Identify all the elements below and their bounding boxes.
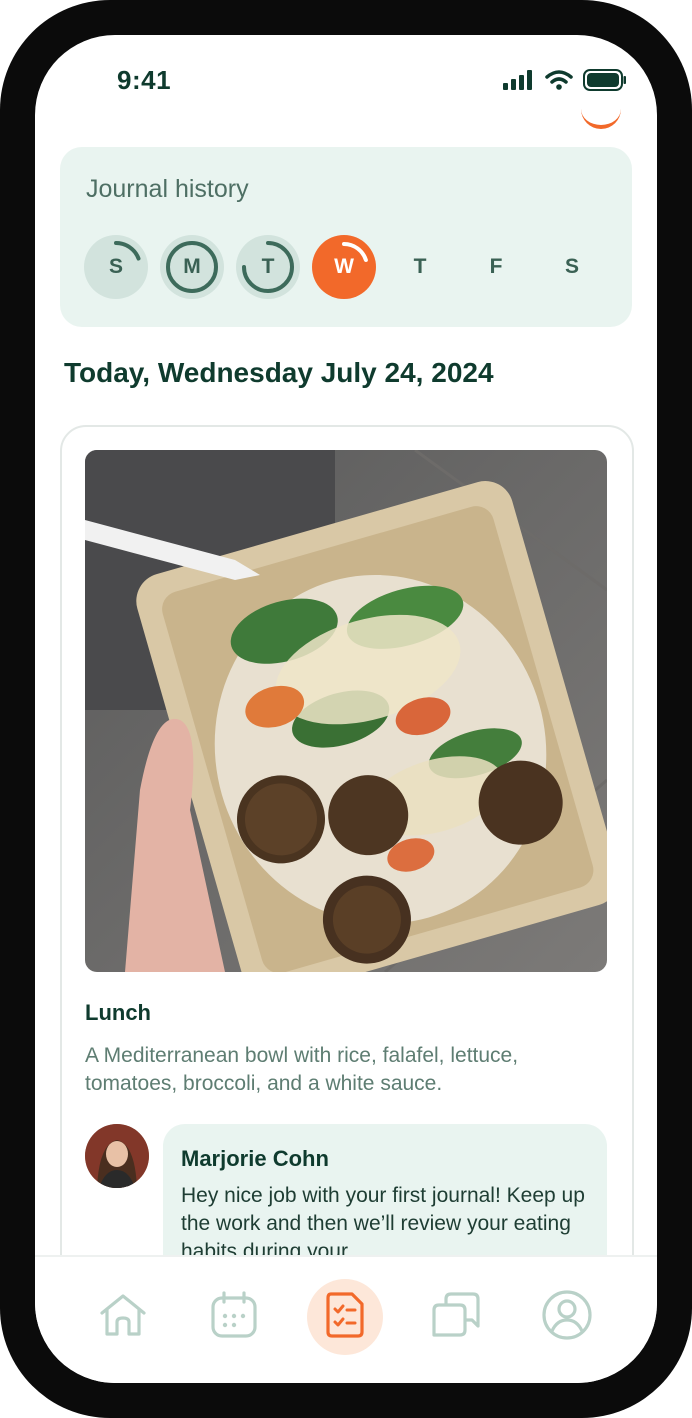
week-day-row: S M T W T F S <box>84 235 604 299</box>
day-label: F <box>489 255 503 278</box>
nav-profile[interactable] <box>529 1279 605 1355</box>
day-thursday[interactable]: T <box>388 235 452 299</box>
meal-entry-card[interactable]: Lunch A Mediterranean bowl with rice, fa… <box>60 425 634 1344</box>
nav-home[interactable] <box>85 1279 161 1355</box>
bottom-nav <box>35 1255 657 1383</box>
day-saturday[interactable]: S <box>540 235 604 299</box>
journal-history-title: Journal history <box>86 175 249 203</box>
nav-messages[interactable] <box>418 1279 494 1355</box>
status-time: 9:41 <box>117 65 172 95</box>
nav-journal[interactable] <box>307 1279 383 1355</box>
comment-text: Hey nice job with your first journal! Ke… <box>181 1184 585 1263</box>
user-icon <box>541 1289 593 1346</box>
meal-label: Lunch <box>85 1000 151 1025</box>
day-tuesday[interactable]: T <box>236 235 300 299</box>
wifi-icon <box>545 70 573 95</box>
meal-photo[interactable] <box>85 450 607 972</box>
home-icon <box>96 1291 150 1344</box>
day-label: W <box>334 255 354 278</box>
day-sunday[interactable]: S <box>84 235 148 299</box>
day-label: S <box>564 255 579 278</box>
scroll-indicator <box>581 109 621 129</box>
status-icons <box>503 69 627 96</box>
phone-frame: 9:41 Journal history S M T W T F S Today… <box>0 0 692 1418</box>
day-monday[interactable]: M <box>160 235 224 299</box>
meal-description: A Mediterranean bowl with rice, falafel,… <box>85 1044 519 1095</box>
avatar[interactable] <box>85 1124 149 1188</box>
day-wednesday-today[interactable]: W <box>312 235 376 299</box>
signal-icon <box>503 70 535 95</box>
status-bar: 9:41 <box>35 35 657 125</box>
day-label: M <box>183 255 201 278</box>
app-screen: 9:41 Journal history S M T W T F S Today… <box>35 35 657 1383</box>
calendar-icon <box>209 1290 259 1345</box>
day-label: T <box>413 255 427 278</box>
checklist-icon <box>322 1290 368 1345</box>
chat-icon <box>430 1290 482 1345</box>
comment-author: Marjorie Cohn <box>181 1146 329 1171</box>
date-heading: Today, Wednesday July 24, 2024 <box>64 357 494 388</box>
day-label: S <box>108 255 123 278</box>
day-friday[interactable]: F <box>464 235 528 299</box>
battery-icon <box>583 69 627 96</box>
day-label: T <box>261 255 275 278</box>
nav-calendar[interactable] <box>196 1279 272 1355</box>
journal-history-card: Journal history S M T W T F S <box>60 147 632 327</box>
